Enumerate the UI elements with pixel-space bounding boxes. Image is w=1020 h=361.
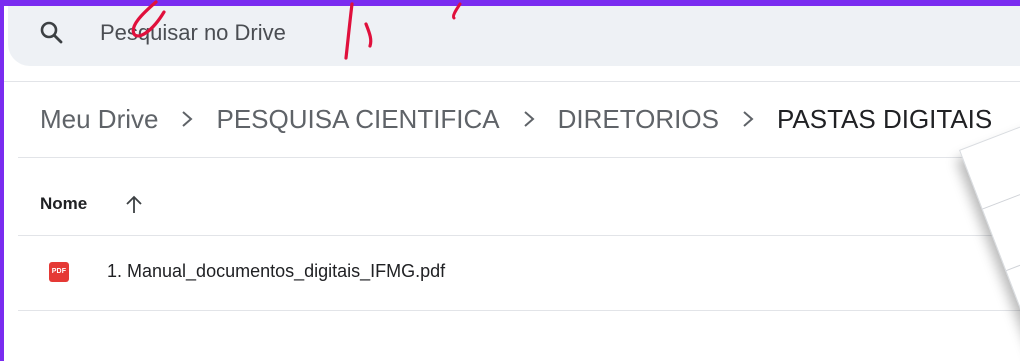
- chevron-right-icon: [741, 109, 755, 129]
- breadcrumb-item-pastas-digitais[interactable]: PASTAS DIGITAIS: [777, 104, 992, 135]
- pdf-icon: PDF: [49, 262, 69, 282]
- search-bar[interactable]: [8, 0, 1020, 66]
- divider: [18, 310, 1020, 311]
- arrow-up-icon[interactable]: [124, 193, 144, 215]
- search-input[interactable]: [100, 17, 600, 49]
- chevron-right-icon: [522, 109, 536, 129]
- frame-top-border: [0, 0, 1020, 6]
- drive-window: Meu Drive PESQUISA CIENTIFICA DIRETORIOS…: [4, 0, 1020, 361]
- column-header-name[interactable]: Nome: [40, 194, 87, 214]
- breadcrumb-item-pesquisa-cientifica[interactable]: PESQUISA CIENTIFICA: [216, 104, 499, 135]
- divider: [982, 161, 1020, 210]
- file-name[interactable]: 1. Manual_documentos_digitais_IFMG.pdf: [107, 261, 445, 282]
- breadcrumb-item-meu-drive[interactable]: Meu Drive: [40, 104, 158, 135]
- divider: [1006, 223, 1020, 272]
- divider: [18, 157, 1020, 158]
- overlapping-screenshot-card: [959, 102, 1020, 358]
- breadcrumb: Meu Drive PESQUISA CIENTIFICA DIRETORIOS…: [40, 101, 992, 137]
- breadcrumb-item-diretorios[interactable]: DIRETORIOS: [558, 104, 719, 135]
- search-icon[interactable]: [38, 19, 66, 47]
- table-row[interactable]: PDF 1. Manual_documentos_digitais_IFMG.p…: [18, 236, 1020, 310]
- divider: [4, 81, 1020, 82]
- chevron-right-icon: [180, 109, 194, 129]
